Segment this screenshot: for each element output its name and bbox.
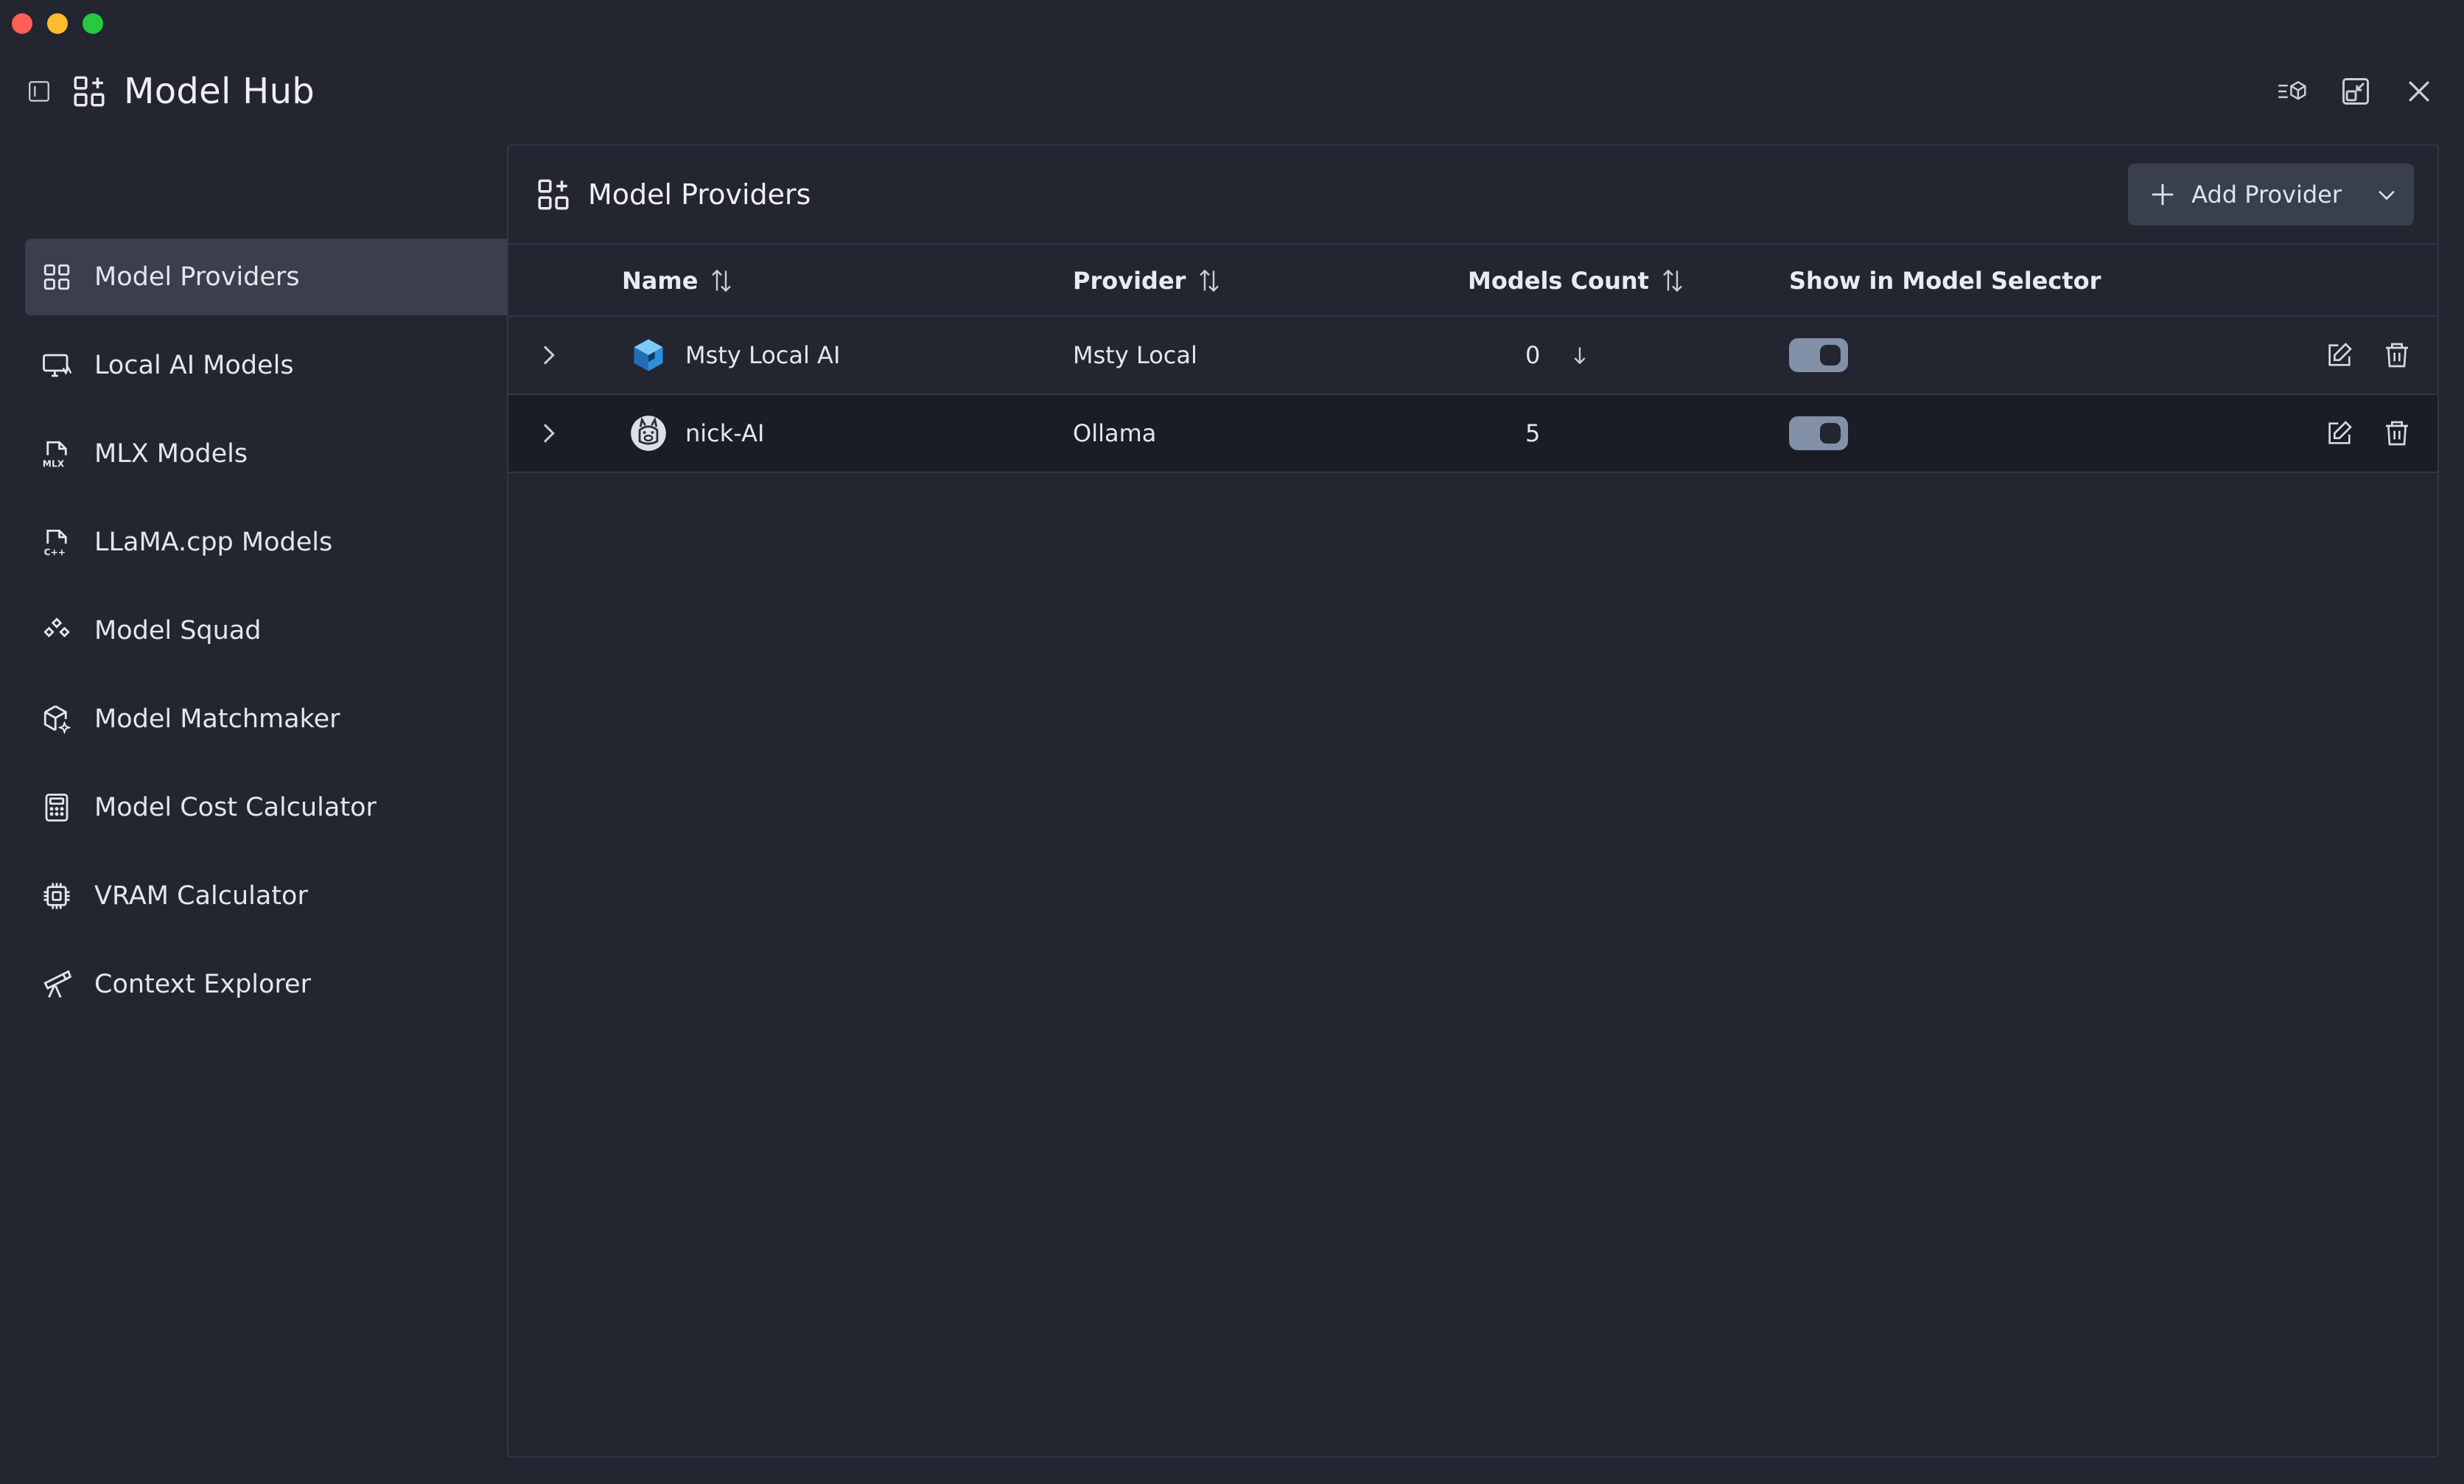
minimize-window-icon bbox=[2342, 78, 2369, 105]
chip-icon bbox=[40, 879, 74, 913]
provider-name: Msty Local AI bbox=[685, 341, 841, 369]
grid-plus-icon bbox=[538, 179, 569, 210]
expand-button[interactable] bbox=[533, 395, 563, 472]
sidebar-item-label: LLaMA.cpp Models bbox=[94, 528, 333, 557]
filter-models-icon bbox=[2278, 80, 2306, 100]
plus-icon bbox=[2152, 183, 2174, 206]
sidebar-item-model-cost-calculator[interactable]: Model Cost Calculator bbox=[25, 769, 507, 846]
svg-text:C++: C++ bbox=[44, 547, 66, 558]
sidebar-item-label: MLX Models bbox=[94, 439, 248, 469]
sidebar-item-label: Model Matchmaker bbox=[94, 704, 340, 734]
msty-cube-icon bbox=[634, 339, 663, 371]
show-in-selector-toggle[interactable] bbox=[1789, 338, 1848, 372]
sort-descending-icon[interactable] bbox=[1568, 343, 1592, 367]
telescope-icon bbox=[40, 967, 74, 1001]
panel-title: Model Providers bbox=[588, 178, 811, 211]
trash-icon bbox=[2380, 338, 2414, 372]
ollama-llama-icon bbox=[631, 416, 666, 451]
provider-name-cell: Msty Local AI bbox=[629, 317, 840, 393]
cpp-file-icon: C++ bbox=[40, 525, 74, 559]
models-count: 0 bbox=[1525, 341, 1541, 369]
edit-icon bbox=[2323, 338, 2356, 372]
cube-sparkle-icon bbox=[40, 702, 74, 736]
sidebar-item-model-matchmaker[interactable]: Model Matchmaker bbox=[25, 681, 507, 757]
sidebar: Model Providers Local AI Models MLX MLX … bbox=[25, 239, 507, 1035]
show-in-selector-toggle[interactable] bbox=[1789, 416, 1848, 450]
close-icon bbox=[2408, 80, 2430, 102]
column-header-provider[interactable]: Provider bbox=[1073, 245, 1222, 317]
sort-icon[interactable] bbox=[708, 266, 735, 295]
monitor-ai-icon bbox=[40, 349, 74, 382]
grid-icon bbox=[40, 260, 74, 294]
show-toggle-cell bbox=[1789, 395, 1848, 472]
sidebar-item-llamacpp-models[interactable]: C++ LLaMA.cpp Models bbox=[25, 504, 507, 581]
chevron-right-icon bbox=[543, 424, 555, 443]
models-count-cell: 0 bbox=[1525, 317, 1592, 393]
sidebar-item-context-explorer[interactable]: Context Explorer bbox=[25, 946, 507, 1023]
add-provider-button[interactable]: Add Provider bbox=[2128, 164, 2414, 225]
mlx-file-icon: MLX bbox=[40, 437, 74, 471]
models-count-cell: 5 bbox=[1525, 395, 1540, 472]
filter-models-button[interactable] bbox=[2274, 73, 2311, 110]
model-providers-panel: Model Providers Add Provider Name Provid… bbox=[507, 144, 2439, 1457]
show-toggle-cell bbox=[1789, 317, 1848, 393]
chevron-right-icon bbox=[543, 346, 555, 365]
expand-button[interactable] bbox=[533, 317, 563, 393]
table-header: Name Provider Models Count Show in Model… bbox=[508, 245, 2437, 317]
toggle-knob bbox=[1820, 423, 1841, 444]
sort-icon[interactable] bbox=[1196, 266, 1222, 295]
squad-icon bbox=[40, 614, 74, 648]
sidebar-item-label: Model Cost Calculator bbox=[94, 793, 377, 822]
edit-icon bbox=[2323, 416, 2356, 450]
table-row[interactable]: Msty Local AI Msty Local 0 bbox=[508, 317, 2437, 395]
trash-icon bbox=[2380, 416, 2414, 450]
sidebar-item-label: Context Explorer bbox=[94, 970, 311, 999]
sidebar-item-mlx-models[interactable]: MLX MLX Models bbox=[25, 416, 507, 492]
app-header: Model Hub bbox=[27, 71, 315, 112]
sort-icon[interactable] bbox=[1659, 266, 1686, 295]
column-header-show-in-selector: Show in Model Selector bbox=[1789, 267, 2101, 295]
sidebar-item-model-squad[interactable]: Model Squad bbox=[25, 592, 507, 669]
delete-button[interactable] bbox=[2380, 317, 2414, 393]
edit-button[interactable] bbox=[2323, 395, 2356, 472]
sidebar-item-vram-calculator[interactable]: VRAM Calculator bbox=[25, 858, 507, 934]
minimize-panel-button[interactable] bbox=[2337, 73, 2374, 110]
toggle-knob bbox=[1820, 345, 1841, 365]
edit-button[interactable] bbox=[2323, 317, 2356, 393]
close-window-button[interactable] bbox=[12, 13, 32, 34]
sidebar-item-model-providers[interactable]: Model Providers bbox=[25, 239, 507, 315]
column-header-models-count[interactable]: Models Count bbox=[1468, 245, 1686, 317]
sidebar-item-label: Model Providers bbox=[94, 262, 300, 292]
provider-type-cell: Ollama bbox=[1073, 419, 1157, 447]
delete-button[interactable] bbox=[2380, 395, 2414, 472]
column-header-name[interactable]: Name bbox=[622, 245, 735, 317]
svg-text:MLX: MLX bbox=[43, 459, 65, 469]
provider-name-cell: nick-AI bbox=[629, 395, 764, 472]
sidebar-item-label: Model Squad bbox=[94, 616, 262, 645]
models-count: 5 bbox=[1525, 419, 1541, 447]
app-window: Model Hub Model Providers Local AI Model… bbox=[0, 0, 2464, 1484]
table-row[interactable]: nick-AI Ollama 5 bbox=[508, 395, 2437, 473]
sidebar-item-local-ai-models[interactable]: Local AI Models bbox=[25, 327, 507, 404]
calculator-icon bbox=[40, 791, 74, 825]
chevron-down-icon[interactable] bbox=[2374, 182, 2399, 207]
grid-plus-icon bbox=[74, 76, 105, 107]
window-controls bbox=[12, 13, 103, 34]
panel-header: Model Providers Add Provider bbox=[508, 146, 2437, 245]
provider-name: nick-AI bbox=[685, 419, 765, 447]
minimize-window-button[interactable] bbox=[47, 13, 68, 34]
close-button[interactable] bbox=[2401, 73, 2437, 110]
header-actions bbox=[2274, 71, 2437, 112]
add-provider-label: Add Provider bbox=[2191, 181, 2342, 209]
sidebar-item-label: Local AI Models bbox=[94, 351, 294, 380]
app-title: Model Hub bbox=[124, 71, 315, 112]
provider-type-cell: Msty Local bbox=[1073, 341, 1197, 369]
sidebar-item-label: VRAM Calculator bbox=[94, 881, 308, 911]
zoom-window-button[interactable] bbox=[83, 13, 103, 34]
sidebar-toggle-icon[interactable] bbox=[27, 79, 52, 104]
